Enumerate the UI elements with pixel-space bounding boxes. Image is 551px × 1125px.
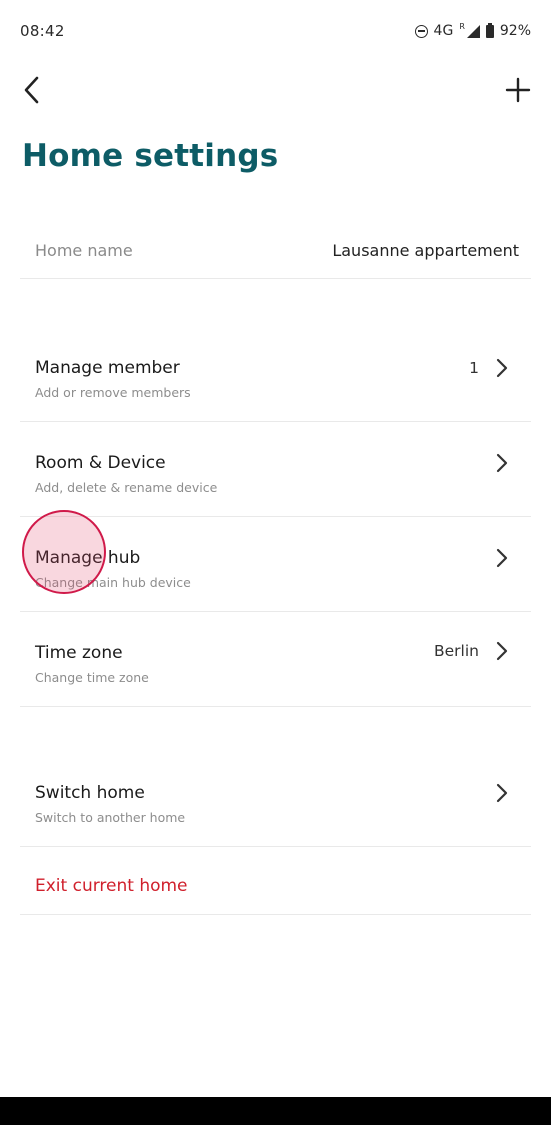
status-icons: 4G R 92%: [414, 21, 531, 39]
switch-home-right: [493, 782, 511, 804]
chevron-right-icon: [493, 357, 511, 379]
time-zone-value: Berlin: [434, 642, 479, 660]
chevron-right-icon: [493, 640, 511, 662]
switch-home-row[interactable]: Switch home Switch to another home: [20, 752, 531, 847]
status-time: 08:42: [20, 22, 65, 40]
switch-home-subtitle: Switch to another home: [35, 810, 186, 825]
room-device-subtitle: Add, delete & rename device: [35, 480, 218, 495]
room-device-right: [493, 452, 511, 474]
home-name-row[interactable]: Home name Lausanne appartement: [20, 222, 531, 279]
manage-member-title: Manage member: [35, 358, 180, 378]
switch-home-title: Switch home: [35, 783, 145, 803]
network-type: 4G: [433, 23, 454, 39]
chevron-right-icon: [493, 547, 511, 569]
status-bar: 08:42 4G R 92%: [0, 0, 551, 62]
exit-home-row[interactable]: Exit current home: [20, 847, 531, 915]
chevron-right-icon: [493, 452, 511, 474]
manage-member-subtitle: Add or remove members: [35, 385, 191, 400]
room-device-title: Room & Device: [35, 453, 166, 473]
manage-hub-title: Manage hub: [35, 548, 141, 568]
navigation-bar: [0, 1097, 551, 1125]
home-name-value: Lausanne appartement: [332, 240, 519, 260]
signal-icon: [466, 24, 480, 38]
manage-member-row[interactable]: Manage member Add or remove members 1: [20, 327, 531, 422]
back-button[interactable]: [22, 72, 58, 108]
home-name-label: Home name: [35, 240, 133, 260]
roaming-indicator: R: [459, 21, 465, 31]
manage-hub-row[interactable]: Manage hub Change main hub device: [20, 517, 531, 612]
battery-level: 92%: [499, 23, 531, 39]
room-device-row[interactable]: Room & Device Add, delete & rename devic…: [20, 422, 531, 517]
battery-icon: [485, 22, 494, 38]
page-title: Home settings: [22, 138, 279, 174]
time-zone-right: Berlin: [434, 640, 511, 662]
do-not-disturb-icon: [414, 24, 428, 38]
time-zone-subtitle: Change time zone: [35, 670, 149, 685]
chevron-right-icon: [493, 782, 511, 804]
chevron-left-icon: [24, 76, 39, 104]
member-count: 1: [469, 359, 479, 377]
manage-hub-subtitle: Change main hub device: [35, 575, 191, 590]
plus-icon: [505, 77, 531, 103]
time-zone-title: Time zone: [35, 643, 123, 663]
exit-home-button[interactable]: Exit current home: [35, 876, 188, 896]
manage-hub-right: [493, 547, 511, 569]
manage-member-right: 1: [469, 357, 511, 379]
add-home-button[interactable]: [495, 72, 531, 108]
time-zone-row[interactable]: Time zone Change time zone Berlin: [20, 612, 531, 707]
